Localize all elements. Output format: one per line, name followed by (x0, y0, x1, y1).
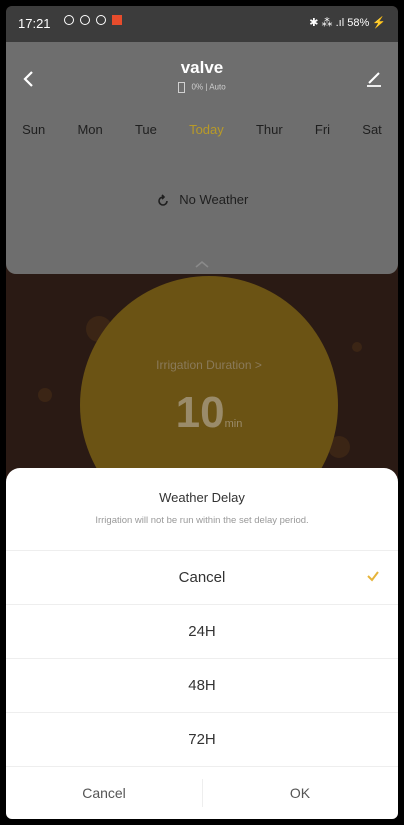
notification-icon (80, 15, 90, 25)
irrigation-duration-label[interactable]: Irrigation Duration > (80, 358, 338, 372)
day-tab[interactable]: Thur (256, 122, 283, 137)
battery-icon (178, 82, 186, 93)
sheet-actions: Cancel OK (6, 766, 398, 819)
mode-label: | Auto (205, 82, 226, 92)
delay-option-72h[interactable]: 72H (6, 712, 398, 766)
option-label: Cancel (178, 569, 226, 586)
day-tab[interactable]: Fri (315, 122, 330, 137)
day-tab-today[interactable]: Today (189, 122, 224, 137)
weather-label: No Weather (179, 192, 249, 207)
status-bar: 17:21 ✱ ⁂ .ıl 58% ⚡ (6, 6, 398, 42)
day-tab[interactable]: Sun (22, 122, 45, 137)
delay-option-24h[interactable]: 24H (6, 604, 398, 658)
delay-option-cancel[interactable]: Cancel (6, 550, 398, 604)
weather-delay-sheet: Weather Delay Irrigation will not be run… (6, 468, 398, 819)
delay-option-48h[interactable]: 48H (6, 658, 398, 712)
phone-screen: 17:21 ✱ ⁂ .ıl 58% ⚡ valve 0% | Auto Sun … (6, 6, 398, 819)
status-right: ✱ ⁂ .ıl 58% ⚡ (309, 17, 386, 29)
day-tab[interactable]: Sat (362, 122, 382, 137)
app-notification-icon (112, 15, 122, 25)
valve-header-card: valve 0% | Auto Sun Mon Tue Today Thur F… (6, 42, 398, 274)
weather-status[interactable]: No Weather (6, 192, 398, 208)
device-status: 0% | Auto (6, 82, 398, 93)
duration-unit: min (224, 418, 243, 430)
irrigation-duration-value: 10min (80, 388, 338, 438)
day-tab[interactable]: Tue (135, 122, 157, 137)
option-label: 24H (188, 623, 216, 640)
status-time: 17:21 (18, 16, 51, 31)
refresh-icon (157, 193, 168, 206)
mail-icon (96, 15, 106, 25)
decor-bubble (352, 342, 362, 352)
sheet-description: Irrigation will not be run within the se… (95, 515, 309, 526)
edit-icon[interactable] (364, 68, 384, 88)
whatsapp-icon (64, 15, 74, 25)
ok-button[interactable]: OK (202, 767, 398, 819)
sheet-title: Weather Delay (159, 490, 245, 505)
cancel-button[interactable]: Cancel (6, 767, 202, 819)
page-title: valve (180, 58, 224, 77)
decor-bubble (38, 388, 52, 402)
status-notification-icons (64, 15, 122, 25)
check-icon (367, 571, 379, 582)
day-tab[interactable]: Mon (77, 122, 102, 137)
day-selector: Sun Mon Tue Today Thur Fri Sat (6, 122, 398, 137)
chevron-up-icon[interactable] (195, 260, 209, 268)
option-label: 72H (188, 731, 216, 748)
battery-level: 0% (191, 82, 204, 92)
duration-number: 10 (175, 388, 225, 437)
option-label: 48H (188, 677, 216, 694)
